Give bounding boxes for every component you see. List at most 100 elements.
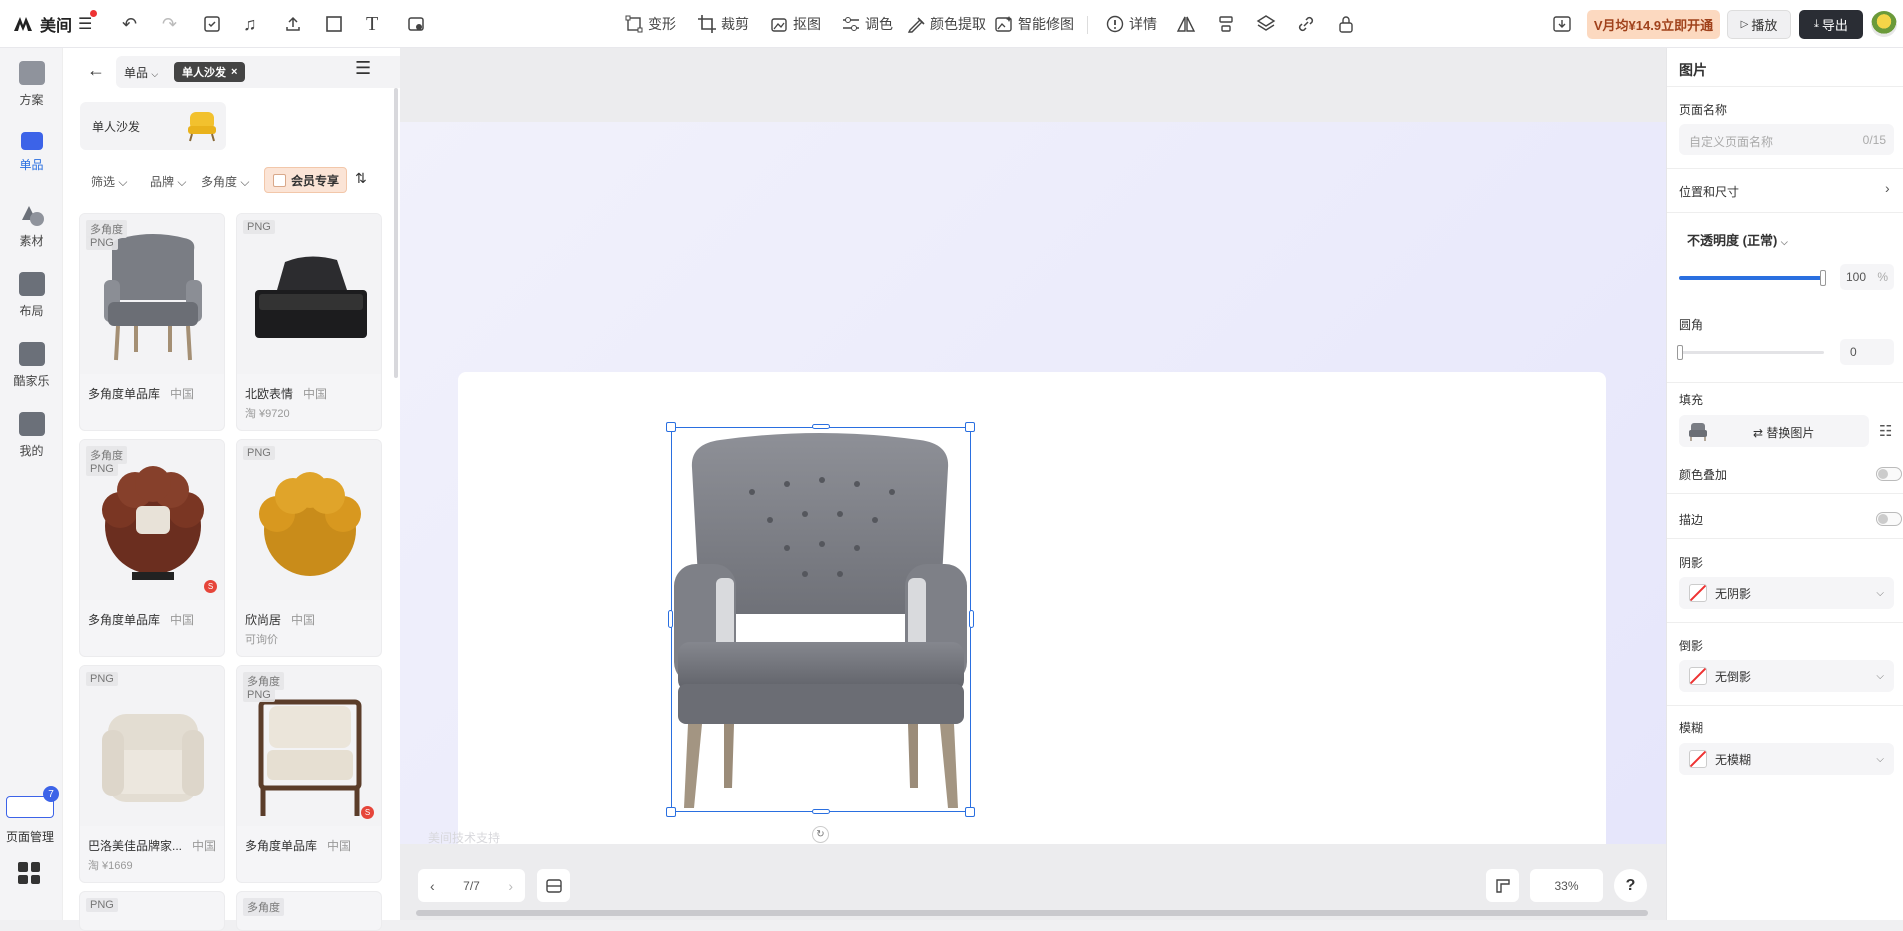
menu-icon[interactable]: ☰ [78,14,92,34]
nav-item-products[interactable]: 单品 [0,132,63,192]
download-icon[interactable] [1552,12,1572,36]
page-mgmt-label[interactable]: 页面管理 [0,828,60,845]
flip-icon[interactable] [1176,12,1196,36]
close-icon[interactable]: × [231,66,237,78]
chevron-left-icon[interactable]: ‹ [430,878,435,894]
opacity-slider[interactable] [1679,270,1826,286]
product-card[interactable]: 多角度 PNG S 多角度单品库 中国 [236,665,382,883]
horizontal-scrollbar[interactable] [416,910,1648,916]
nav-item-materials[interactable]: 素材 [0,202,63,262]
avatar[interactable] [1871,11,1897,37]
product-card[interactable]: 多角度 PNG 多角度单品库 中国 [79,213,225,431]
smart-edit-button[interactable]: 智能修图 [994,12,1074,36]
layer-icon[interactable] [1256,12,1276,36]
reflection-dropdown[interactable]: 无倒影 ⌵ [1679,660,1894,692]
page-name-input[interactable]: 自定义页面名称 0/15 [1679,124,1894,155]
product-card[interactable]: PNG 欣尚居 中国 可询价 [236,439,382,657]
product-card[interactable]: PNG 北欧表情 中国 淘 ¥9720 [236,213,382,431]
layout-icon [18,272,45,296]
brand-dropdown[interactable]: 品牌 ⌵ [150,173,186,190]
transform-button[interactable]: 变形 [624,12,676,36]
resize-handle-top[interactable] [812,424,830,429]
resize-handle-top-left[interactable] [666,422,676,432]
crop-button[interactable]: 裁剪 [697,12,749,36]
page-view-button[interactable] [537,869,570,902]
corner-input[interactable]: 0 [1840,339,1894,365]
resize-handle-bottom-right[interactable] [965,807,975,817]
product-card[interactable]: 多角度 [236,891,382,931]
opacity-mode-dropdown[interactable]: 不透明度 (正常) ⌵ [1687,230,1788,249]
export-button[interactable]: ⤓ 导出 [1799,10,1863,39]
align-icon[interactable] [1216,12,1236,36]
category-select[interactable]: 单品 ⌵ [124,64,158,81]
member-only-checkbox[interactable]: 会员专享 [264,167,347,193]
selected-image[interactable] [671,427,971,812]
play-button[interactable]: ▷ 播放 [1727,10,1791,39]
ruler-button[interactable] [1486,869,1519,902]
undo-icon[interactable]: ↶ [122,12,137,36]
mine-icon [18,412,45,436]
image-tool-icon[interactable] [407,12,425,36]
panel-scrollbar[interactable] [394,88,398,378]
nav-item-kujiale[interactable]: 酷家乐 [0,342,63,402]
text-icon[interactable]: T [366,12,378,36]
link-icon[interactable] [1296,12,1316,36]
details-button[interactable]: 详情 [1105,12,1157,36]
product-card[interactable]: PNG 巴洛美佳品牌家... 中国 淘 ¥1669 [79,665,225,883]
product-panel: ← 单品 ⌵ 单人沙发 × ☰ 单人沙发 筛选 ⌵ 品牌 ⌵ 多角度 ⌵ 会员专享… [63,48,411,931]
resize-handle-left[interactable] [668,610,673,628]
replace-image-button[interactable]: ⇄ 替换图片 [1679,415,1869,447]
app-logo[interactable]: 美间 ☰ [12,10,97,36]
resize-handle-top-right[interactable] [965,422,975,432]
upload-icon[interactable] [284,12,302,36]
resize-handle-right[interactable] [969,610,974,628]
apps-grid-icon[interactable] [18,862,40,884]
divider [1667,382,1903,383]
color-extract-button[interactable]: 颜色提取 [906,12,986,36]
notification-dot [90,10,97,17]
vip-offer-button[interactable]: V月均¥14.9立即开通 [1587,10,1720,39]
adjust-button[interactable]: 调色 [841,12,893,36]
color-overlay-toggle[interactable] [1876,467,1902,481]
stroke-toggle[interactable] [1876,512,1902,526]
music-icon[interactable]: ♫ [243,12,257,36]
product-price: 淘 ¥1669 [88,860,133,872]
shape-icon[interactable] [325,12,343,36]
canvas-page[interactable] [458,372,1606,844]
nav-item-layout[interactable]: 布局 [0,272,63,332]
opacity-input[interactable]: 100% [1840,264,1894,290]
position-size-row[interactable]: 位置和尺寸 › [1667,170,1903,210]
lock-icon[interactable] [1336,12,1356,36]
resize-handle-bottom-left[interactable] [666,807,676,817]
corner-slider-thumb[interactable] [1677,345,1683,360]
info-icon [1106,15,1124,33]
armchair-image [674,433,967,808]
nav-label: 单品 [19,158,44,172]
back-arrow-icon[interactable]: ← [87,60,105,81]
resize-handle-bottom[interactable] [812,809,830,814]
chevron-right-icon[interactable]: › [508,878,513,894]
list-view-icon[interactable]: ☰ [355,58,371,79]
opacity-slider-thumb[interactable] [1820,270,1826,286]
sort-icon[interactable]: ⇅ [355,170,367,187]
product-name: 多角度单品库 中国 [245,839,352,853]
product-card[interactable]: PNG [79,891,225,931]
filter-dropdown[interactable]: 筛选 ⌵ [91,173,127,190]
rotate-handle-icon[interactable]: ↻ [812,826,829,843]
redo-icon[interactable]: ↷ [162,12,177,36]
blur-dropdown[interactable]: 无模糊 ⌵ [1679,743,1894,775]
help-button[interactable]: ? [1614,869,1647,902]
category-card[interactable]: 单人沙发 [80,102,226,150]
active-tag[interactable]: 单人沙发 × [174,62,246,82]
nav-item-plans[interactable]: 方案 [0,61,63,121]
corner-slider[interactable] [1677,345,1824,360]
nav-item-mine[interactable]: 我的 [0,412,63,472]
zoom-level[interactable]: 33% [1530,869,1603,902]
save-icon[interactable] [203,12,221,36]
product-card[interactable]: 多角度 PNG S 多角度单品库 中国 [79,439,225,657]
shadow-dropdown[interactable]: 无阴影 ⌵ [1679,577,1894,609]
angle-dropdown[interactable]: 多角度 ⌵ [201,173,249,190]
fill-settings-icon[interactable]: ☷ [1879,422,1892,440]
panel-title: 图片 [1679,62,1707,78]
cutout-button[interactable]: 抠图 [769,12,821,36]
